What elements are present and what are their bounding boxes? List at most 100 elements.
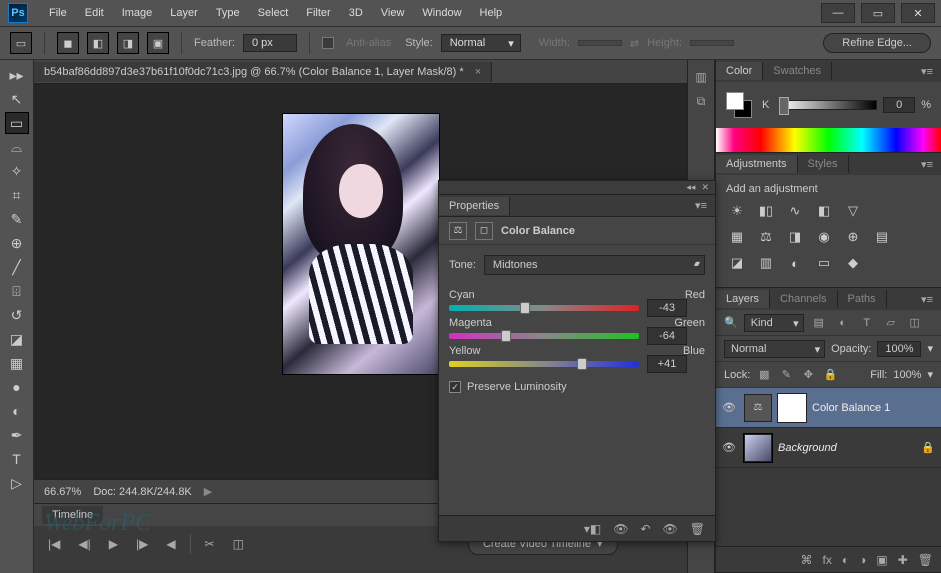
posterize-icon[interactable]: ▥	[755, 253, 777, 273]
path-select-icon[interactable]: ▷	[5, 472, 29, 494]
adjustments-menu-icon[interactable]: ▾≡	[921, 158, 941, 171]
gradient-map-icon[interactable]: ▭	[813, 253, 835, 273]
menu-image[interactable]: Image	[113, 3, 162, 23]
threshold-icon[interactable]: ◐	[784, 253, 806, 273]
properties-tab[interactable]: Properties	[439, 197, 510, 215]
styles-tab[interactable]: Styles	[798, 155, 849, 173]
heal-tool-icon[interactable]: ⊕	[5, 232, 29, 254]
brightness-icon[interactable]: ☀	[726, 201, 748, 221]
color-menu-icon[interactable]: ▾≡	[921, 65, 941, 78]
filter-pixel-icon[interactable]: ▤	[810, 315, 828, 331]
lock-paint-icon[interactable]: ✎	[778, 368, 794, 381]
view-previous-icon[interactable]: 👁	[613, 522, 628, 536]
marquee-tool-icon[interactable]: ▭	[5, 112, 29, 134]
type-tool-icon[interactable]: T	[5, 448, 29, 470]
clip-to-layer-icon[interactable]: ▾◧	[584, 522, 601, 536]
k-slider[interactable]	[779, 100, 877, 110]
history-panel-icon[interactable]: ▥	[691, 68, 711, 86]
levels-icon[interactable]: ▮▯	[755, 201, 777, 221]
menu-help[interactable]: Help	[471, 3, 512, 23]
layer-thumb[interactable]	[744, 434, 772, 462]
blend-mode-select[interactable]: Normal	[724, 340, 825, 358]
mask-thumb[interactable]	[778, 394, 806, 422]
yellow-blue-value[interactable]: +41	[647, 355, 687, 373]
mask-icon[interactable]: ◻	[475, 222, 493, 240]
preserve-luminosity-checkbox[interactable]: ✓	[449, 381, 461, 393]
history-brush-icon[interactable]: ↺	[5, 304, 29, 326]
filter-type-icon[interactable]: T	[858, 315, 876, 331]
lock-all-icon[interactable]: 🔒	[822, 368, 838, 381]
antialias-checkbox[interactable]	[322, 37, 334, 49]
k-value[interactable]: 0	[883, 97, 915, 113]
balance-icon[interactable]: ⚖	[755, 227, 777, 247]
feather-input[interactable]: 0 px	[243, 34, 297, 52]
transition-icon[interactable]: ◫	[229, 535, 248, 553]
layer-row[interactable]: 👁 Background 🔒	[716, 428, 941, 468]
layer-mask-icon[interactable]: ◐	[842, 553, 849, 567]
marquee-new-icon[interactable]: ◼	[57, 32, 79, 54]
layers-tab[interactable]: Layers	[716, 290, 770, 308]
doc-info-arrow-icon[interactable]: ▶	[204, 485, 212, 498]
vibrance-icon[interactable]: ▽	[842, 201, 864, 221]
new-layer-icon[interactable]: ✚	[898, 553, 908, 567]
layers-menu-icon[interactable]: ▾≡	[921, 293, 941, 306]
brush-tool-icon[interactable]: ╱	[5, 256, 29, 278]
cyan-red-value[interactable]: -43	[647, 299, 687, 317]
minimize-button[interactable]: —	[821, 3, 855, 23]
actions-panel-icon[interactable]: ⧉	[691, 92, 711, 110]
toggle-visibility-icon[interactable]: 👁	[663, 522, 678, 536]
channel-mixer-icon[interactable]: ⊕	[842, 227, 864, 247]
layer-fx-icon[interactable]: fx	[823, 553, 832, 567]
cut-icon[interactable]: ✂	[201, 535, 219, 553]
tone-select[interactable]: Midtones	[484, 255, 705, 275]
lasso-tool-icon[interactable]: ⌓	[5, 136, 29, 158]
adjustment-thumb-icon[interactable]: ⚖	[744, 394, 772, 422]
eraser-tool-icon[interactable]: ◪	[5, 328, 29, 350]
zoom-level[interactable]: 66.67%	[44, 486, 81, 498]
foreground-color-swatch[interactable]	[726, 92, 744, 110]
cyan-red-slider[interactable]: -43	[449, 305, 639, 311]
menu-filter[interactable]: Filter	[297, 3, 339, 23]
menu-layer[interactable]: Layer	[161, 3, 207, 23]
yellow-blue-slider[interactable]: +41	[449, 361, 639, 367]
crop-tool-icon[interactable]: ⌗	[5, 184, 29, 206]
bw-icon[interactable]: ◨	[784, 227, 806, 247]
layer-name[interactable]: Color Balance 1	[812, 402, 890, 414]
opacity-arrow-icon[interactable]: ▾	[927, 342, 933, 355]
color-spectrum[interactable]	[716, 128, 941, 152]
doc-info[interactable]: Doc: 244.8K/244.8K	[93, 486, 191, 498]
pen-tool-icon[interactable]: ✒	[5, 424, 29, 446]
filter-kind-select[interactable]: Kind	[744, 314, 804, 332]
lookup-icon[interactable]: ▤	[871, 227, 893, 247]
move-tool-icon[interactable]: ↖	[5, 88, 29, 110]
menu-window[interactable]: Window	[413, 3, 470, 23]
visibility-icon[interactable]: 👁	[722, 401, 738, 414]
menu-edit[interactable]: Edit	[76, 3, 113, 23]
delete-adjustment-icon[interactable]: 🗑	[690, 522, 705, 536]
menu-3d[interactable]: 3D	[340, 3, 372, 23]
panel-grip[interactable]: ◂◂ ✕	[439, 181, 715, 195]
properties-menu-icon[interactable]: ▾≡	[695, 199, 715, 212]
reset-icon[interactable]: ↶	[640, 522, 650, 536]
next-frame-icon[interactable]: |▶	[132, 535, 152, 553]
opacity-value[interactable]: 100%	[877, 341, 921, 357]
lock-position-icon[interactable]: ✥	[800, 368, 816, 381]
refine-edge-button[interactable]: Refine Edge...	[823, 33, 931, 53]
paths-tab[interactable]: Paths	[838, 290, 887, 308]
document-tab[interactable]: b54baf86dd897d3e37b61f10f0dc71c3.jpg @ 6…	[34, 62, 492, 82]
menu-file[interactable]: File	[40, 3, 76, 23]
collapse-panel-icon[interactable]: ◂◂	[686, 182, 695, 193]
blur-tool-icon[interactable]: ●	[5, 376, 29, 398]
photo-filter-icon[interactable]: ◉	[813, 227, 835, 247]
wand-tool-icon[interactable]: ✧	[5, 160, 29, 182]
invert-icon[interactable]: ◪	[726, 253, 748, 273]
eyedropper-tool-icon[interactable]: ✎	[5, 208, 29, 230]
fill-value[interactable]: 100%	[893, 369, 921, 381]
menu-view[interactable]: View	[372, 3, 414, 23]
marquee-subtract-icon[interactable]: ◨	[117, 32, 139, 54]
marquee-add-icon[interactable]: ◧	[87, 32, 109, 54]
foreground-background-swatch[interactable]	[726, 92, 752, 118]
close-button[interactable]: ✕	[901, 3, 935, 23]
adjustments-tab[interactable]: Adjustments	[716, 155, 798, 173]
fill-arrow-icon[interactable]: ▾	[927, 368, 933, 381]
